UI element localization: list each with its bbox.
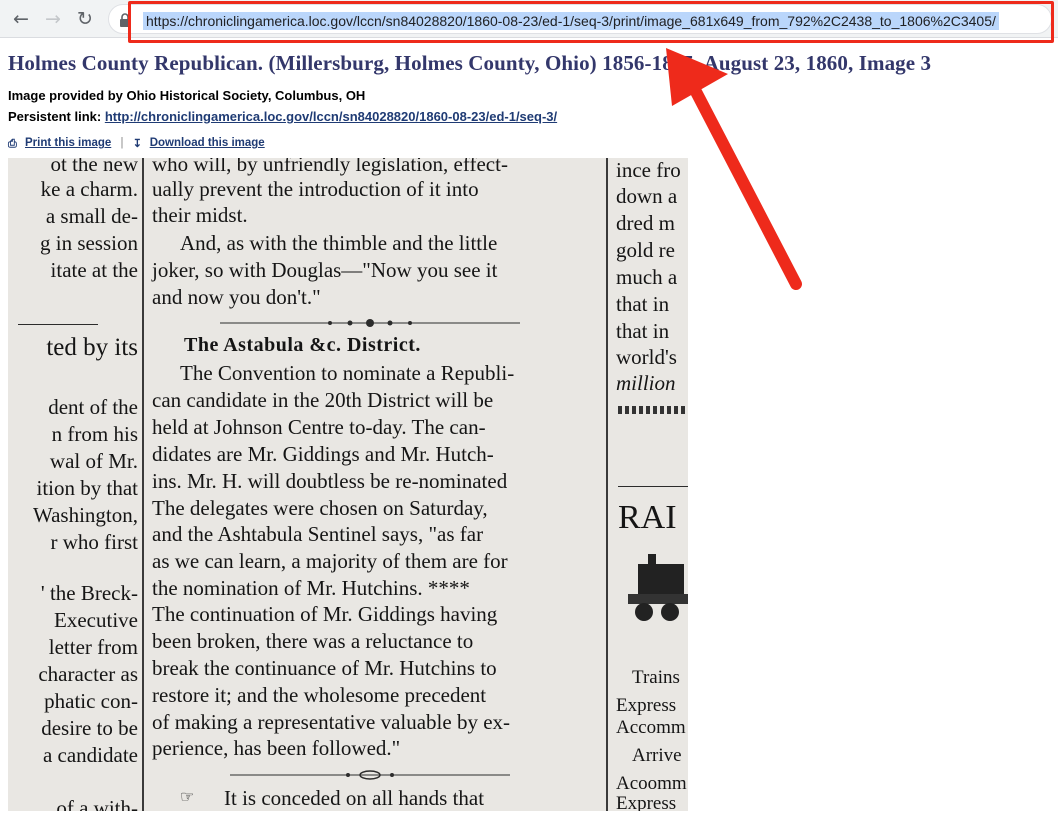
scan-line: The Convention to nominate a Republi- bbox=[180, 361, 515, 385]
column-rule bbox=[606, 158, 608, 811]
scan-line: perience, has been followed." bbox=[152, 736, 401, 760]
scan-line: Washington, bbox=[32, 503, 138, 527]
scan-line: phatic con- bbox=[44, 689, 138, 713]
scan-line: the nomination of Mr. Hutchins. **** bbox=[152, 576, 470, 600]
scan-line: gold re bbox=[616, 238, 675, 262]
scan-line: character as bbox=[38, 662, 138, 686]
scan-line: a small de- bbox=[45, 204, 138, 228]
scan-line: can candidate in the 20th District will … bbox=[152, 388, 494, 412]
print-image-link[interactable]: Print this image bbox=[25, 137, 111, 149]
scan-left-column: ot the new ke a charm. a small de- g in … bbox=[8, 158, 138, 811]
forward-arrow-icon[interactable]: → bbox=[40, 6, 66, 32]
scan-line: dent of the bbox=[48, 395, 138, 419]
scan-line: Arrive bbox=[632, 745, 682, 766]
scan-right-column: ince fro down a dred m gold re much a th… bbox=[614, 158, 688, 811]
persistent-link[interactable]: http://chroniclingamerica.loc.gov/lccn/s… bbox=[105, 109, 557, 124]
back-arrow-icon[interactable]: ← bbox=[8, 6, 34, 32]
page-title: Holmes County Republican. (Millersburg, … bbox=[8, 51, 932, 75]
image-actions: ⎙ Print this image | ↧ Download this image bbox=[8, 137, 265, 150]
scan-line: world's bbox=[616, 345, 677, 369]
scan-line: wal of Mr. bbox=[49, 449, 138, 473]
scan-line: break the continuance of Mr. Hutchins to bbox=[152, 656, 497, 680]
scan-divider bbox=[618, 486, 688, 487]
download-image-link[interactable]: Download this image bbox=[150, 137, 265, 149]
scan-line: and now you don't." bbox=[152, 285, 321, 309]
scan-line: of a with- bbox=[56, 796, 138, 811]
url-text[interactable]: https://chroniclingamerica.loc.gov/lccn/… bbox=[143, 12, 999, 30]
scan-line: been broken, there was a reluctance to bbox=[152, 629, 474, 653]
browser-toolbar: ← → ↻ https://chroniclingamerica.loc.gov… bbox=[0, 0, 1058, 38]
address-bar[interactable]: https://chroniclingamerica.loc.gov/lccn/… bbox=[108, 4, 1052, 34]
scan-line: that in bbox=[616, 292, 670, 316]
ornament-divider bbox=[220, 319, 520, 327]
scan-line: And, as with the thimble and the little bbox=[180, 231, 498, 255]
scan-line: and the Ashtabula Sentinel says, "as far bbox=[152, 522, 484, 546]
scan-line: Trains bbox=[632, 667, 680, 688]
scan-line: much a bbox=[616, 265, 678, 289]
scan-line: r who first bbox=[50, 530, 139, 554]
lock-icon[interactable] bbox=[119, 13, 131, 27]
scan-line: g in session bbox=[39, 231, 138, 255]
scan-line: held at Johnson Centre to-day. The can- bbox=[152, 415, 486, 439]
scan-line: didates are Mr. Giddings and Mr. Hutch- bbox=[152, 442, 494, 466]
printer-icon[interactable]: ⎙ bbox=[8, 138, 22, 150]
scan-middle-column: who will, by unfriendly legislation, eff… bbox=[148, 158, 598, 811]
scan-line: ted by its bbox=[46, 334, 138, 361]
newspaper-scan-image: ot the new ke a charm. a small de- g in … bbox=[8, 158, 688, 811]
persistent-link-row: Persistent link: http://chroniclingameri… bbox=[8, 109, 557, 124]
scan-line: ually prevent the introduction of it int… bbox=[152, 177, 479, 201]
persistent-link-label: Persistent link: bbox=[8, 109, 102, 124]
scan-headline: The Astabula &c. District. bbox=[184, 334, 421, 356]
scan-line: itate at the bbox=[50, 258, 138, 282]
scan-line: joker, so with Douglas—"Now you see it bbox=[152, 258, 498, 282]
scan-line: who will, by unfriendly legislation, eff… bbox=[152, 158, 508, 176]
scan-line: ' the Breck- bbox=[40, 581, 138, 605]
download-icon[interactable]: ↧ bbox=[133, 138, 147, 150]
scan-line: The delegates were chosen on Saturday, bbox=[152, 496, 488, 520]
image-provider-text: Image provided by Ohio Historical Societ… bbox=[8, 88, 366, 103]
scan-line: of making a representative valuable by e… bbox=[152, 710, 511, 734]
scan-line: ins. Mr. H. will doubtless be re-nominat… bbox=[152, 469, 508, 493]
scan-line: ke a charm. bbox=[40, 177, 138, 201]
locomotive-illustration bbox=[628, 554, 688, 621]
scan-line: ot the new bbox=[50, 158, 138, 176]
pointing-hand-icon: ☞ bbox=[180, 789, 195, 806]
ornament-divider bbox=[230, 770, 510, 780]
scan-line: dred m bbox=[616, 211, 675, 235]
scan-line: Express bbox=[616, 793, 677, 811]
scan-line: Accomm bbox=[616, 717, 686, 738]
scan-line: as we can learn, a majority of them are … bbox=[152, 549, 508, 573]
scan-line: a candidate bbox=[42, 743, 138, 767]
scan-heading: RAI bbox=[618, 499, 677, 536]
scan-divider bbox=[618, 406, 688, 414]
scan-divider bbox=[18, 324, 98, 325]
scan-line: The continuation of Mr. Giddings having bbox=[152, 602, 498, 626]
scan-line: Executive bbox=[54, 608, 138, 632]
scan-line: ince fro bbox=[616, 158, 681, 182]
scan-line: Express bbox=[616, 695, 677, 716]
scan-line: million bbox=[616, 371, 676, 395]
scan-line: letter from bbox=[48, 635, 138, 659]
action-separator: | bbox=[120, 137, 124, 149]
column-rule bbox=[142, 158, 144, 811]
scan-line: ition by that bbox=[36, 476, 139, 500]
scan-line: that in bbox=[616, 319, 670, 343]
scan-line: restore it; and the wholesome precedent bbox=[152, 683, 487, 707]
reload-icon[interactable]: ↻ bbox=[72, 6, 98, 32]
scan-line: down a bbox=[616, 184, 678, 208]
scan-line: It is conceded on all hands that bbox=[224, 786, 485, 810]
scan-line: desire to be bbox=[41, 716, 138, 740]
scan-line: n from his bbox=[51, 422, 138, 446]
scan-line: their midst. bbox=[152, 203, 248, 227]
